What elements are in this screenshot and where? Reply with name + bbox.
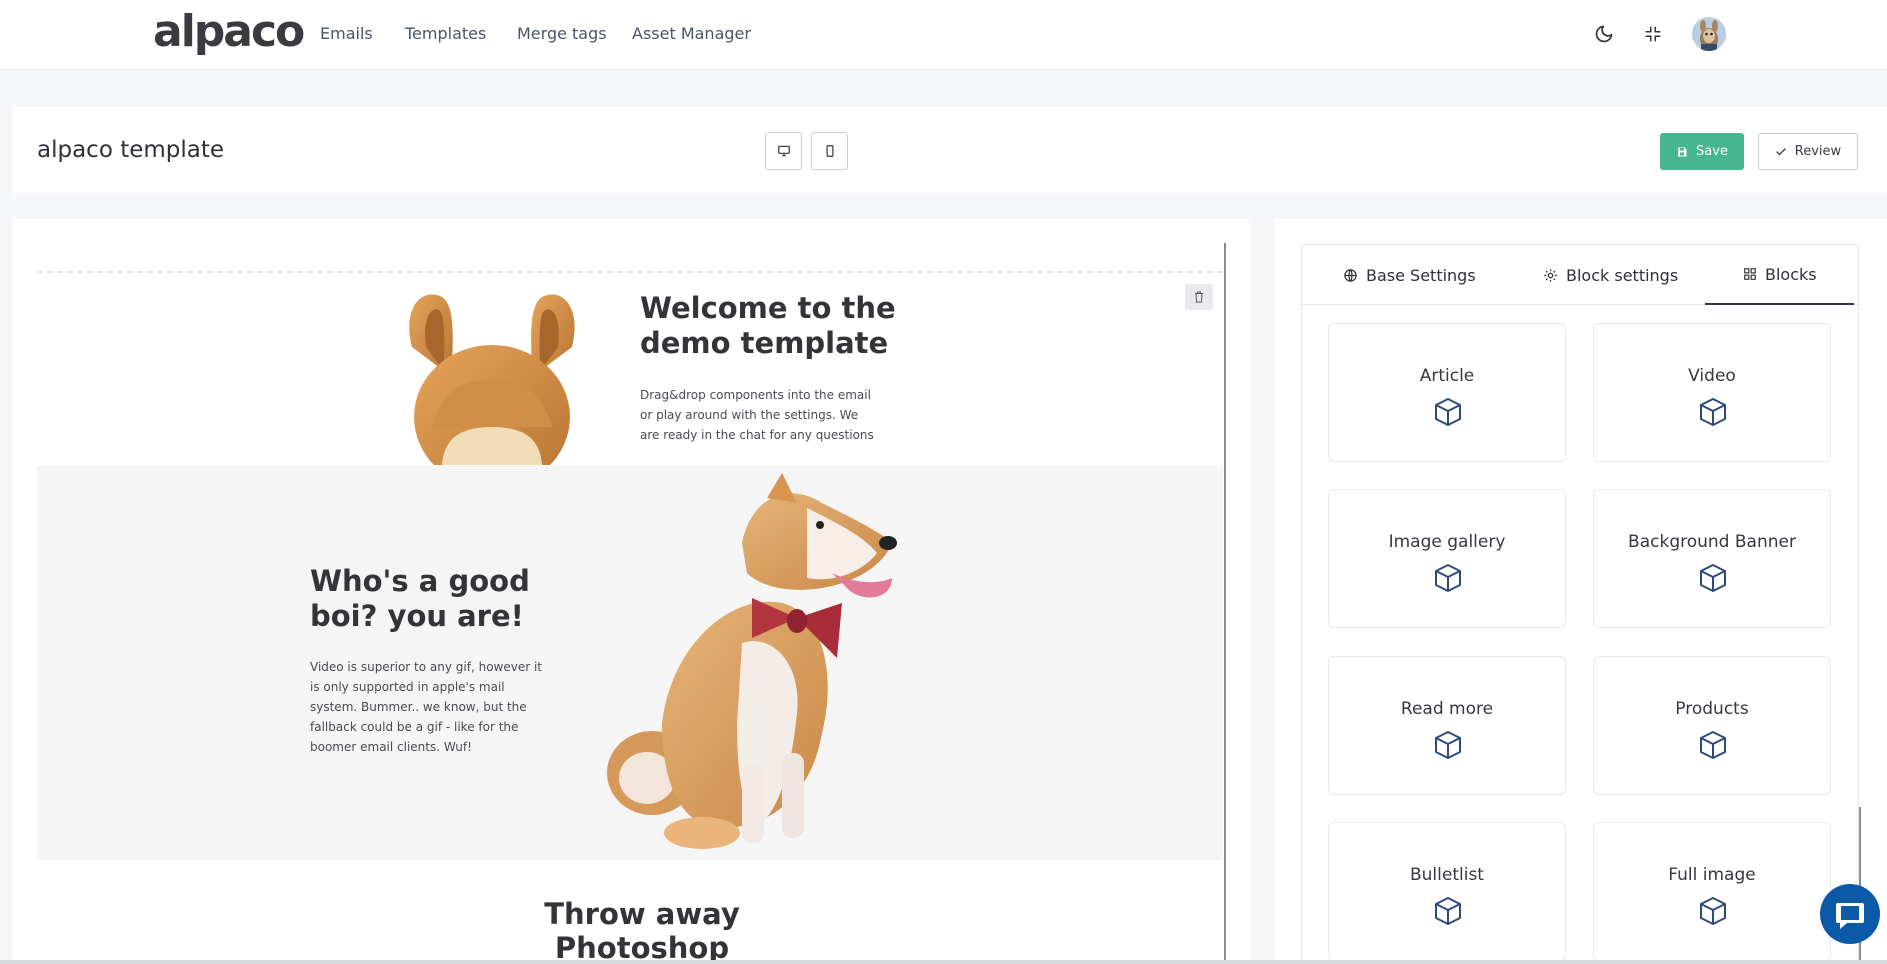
- top-navbar: alpaco Emails Templates Merge tags Asset…: [0, 0, 1887, 70]
- cube-icon: [1435, 731, 1461, 759]
- video-block-title[interactable]: Who's a good boi? you are!: [310, 564, 570, 634]
- tab-blocks[interactable]: Blocks: [1705, 245, 1854, 305]
- cube-icon: [1700, 731, 1726, 759]
- block-label: Full image: [1668, 865, 1756, 885]
- cube-icon: [1435, 398, 1461, 426]
- canvas-scrollbar[interactable]: [1224, 243, 1226, 964]
- globe-icon: [1344, 268, 1357, 282]
- cube-icon: [1700, 897, 1726, 925]
- block-label: Image gallery: [1388, 532, 1506, 552]
- chat-bubble-icon: [1836, 903, 1864, 929]
- exit-fullscreen-icon[interactable]: [1639, 20, 1667, 48]
- block-label: Products: [1675, 699, 1749, 719]
- block-label: Bulletlist: [1410, 865, 1484, 885]
- alpaca-ears-image: [409, 294, 575, 465]
- block-background-banner[interactable]: Background Banner: [1593, 489, 1831, 628]
- gear-icon: [1544, 268, 1557, 282]
- block-label: Read more: [1400, 699, 1494, 719]
- email-canvas[interactable]: Welcome to the demo template Drag&drop c…: [12, 219, 1251, 964]
- desktop-view-button[interactable]: [765, 132, 802, 170]
- mobile-icon: [826, 145, 833, 157]
- checkmark-icon: [1776, 147, 1786, 155]
- desktop-icon: [777, 145, 790, 157]
- mobile-view-button[interactable]: [811, 132, 848, 170]
- trash-icon: [1195, 291, 1203, 303]
- floppy-disk-icon: [1678, 147, 1687, 156]
- settings-panel-inner: Base Settings Block settings Blocks Arti…: [1301, 244, 1859, 964]
- photoshop-block-title[interactable]: Throw away Photoshop: [467, 897, 817, 964]
- window-bottom-edge: [0, 960, 1887, 964]
- user-avatar[interactable]: [1692, 17, 1726, 51]
- tab-base-settings-label: Base Settings: [1366, 265, 1476, 285]
- template-header: alpaco template Save Review: [12, 107, 1887, 194]
- review-button[interactable]: Review: [1758, 133, 1858, 170]
- block-label: Video: [1688, 366, 1736, 386]
- nav-merge-tags[interactable]: Merge tags: [517, 24, 607, 43]
- drop-zone-divider: [37, 271, 1223, 273]
- shiba-dog-image: [607, 473, 897, 849]
- review-label: Review: [1794, 144, 1842, 159]
- tab-base-settings[interactable]: Base Settings: [1343, 245, 1476, 305]
- block-read-more[interactable]: Read more: [1328, 656, 1566, 795]
- cube-icon: [1700, 564, 1726, 592]
- tab-block-settings[interactable]: Block settings: [1543, 245, 1678, 305]
- nav-asset-manager[interactable]: Asset Manager: [632, 24, 751, 43]
- app-logo[interactable]: alpaco: [153, 6, 305, 57]
- tab-blocks-label: Blocks: [1765, 264, 1817, 284]
- cube-icon: [1435, 897, 1461, 925]
- hero-title[interactable]: Welcome to the demo template: [640, 291, 940, 361]
- cube-icon: [1700, 398, 1726, 426]
- block-article[interactable]: Article: [1328, 323, 1566, 462]
- nav-templates[interactable]: Templates: [405, 24, 486, 43]
- dark-mode-moon-icon[interactable]: [1590, 20, 1618, 48]
- delete-block-button[interactable]: [1185, 284, 1213, 310]
- block-full-image[interactable]: Full image: [1593, 822, 1831, 961]
- block-label: Background Banner: [1628, 532, 1796, 552]
- nav-emails[interactable]: Emails: [320, 24, 373, 43]
- grid-icon: [1744, 268, 1756, 280]
- hero-body[interactable]: Drag&drop components into the email or p…: [640, 385, 880, 445]
- block-video[interactable]: Video: [1593, 323, 1831, 462]
- tab-block-settings-label: Block settings: [1566, 265, 1679, 285]
- block-label: Article: [1419, 366, 1475, 386]
- video-block-body[interactable]: Video is superior to any gif, however it…: [310, 657, 555, 757]
- block-image-gallery[interactable]: Image gallery: [1328, 489, 1566, 628]
- chat-widget-button[interactable]: [1820, 884, 1880, 944]
- save-button[interactable]: Save: [1660, 133, 1744, 170]
- settings-panel: Base Settings Block settings Blocks Arti…: [1275, 219, 1887, 964]
- save-label: Save: [1696, 144, 1728, 159]
- block-products[interactable]: Products: [1593, 656, 1831, 795]
- block-bulletlist[interactable]: Bulletlist: [1328, 822, 1566, 961]
- panel-tabs: Base Settings Block settings Blocks: [1302, 245, 1858, 305]
- template-title[interactable]: alpaco template: [37, 137, 224, 163]
- cube-icon: [1435, 564, 1461, 592]
